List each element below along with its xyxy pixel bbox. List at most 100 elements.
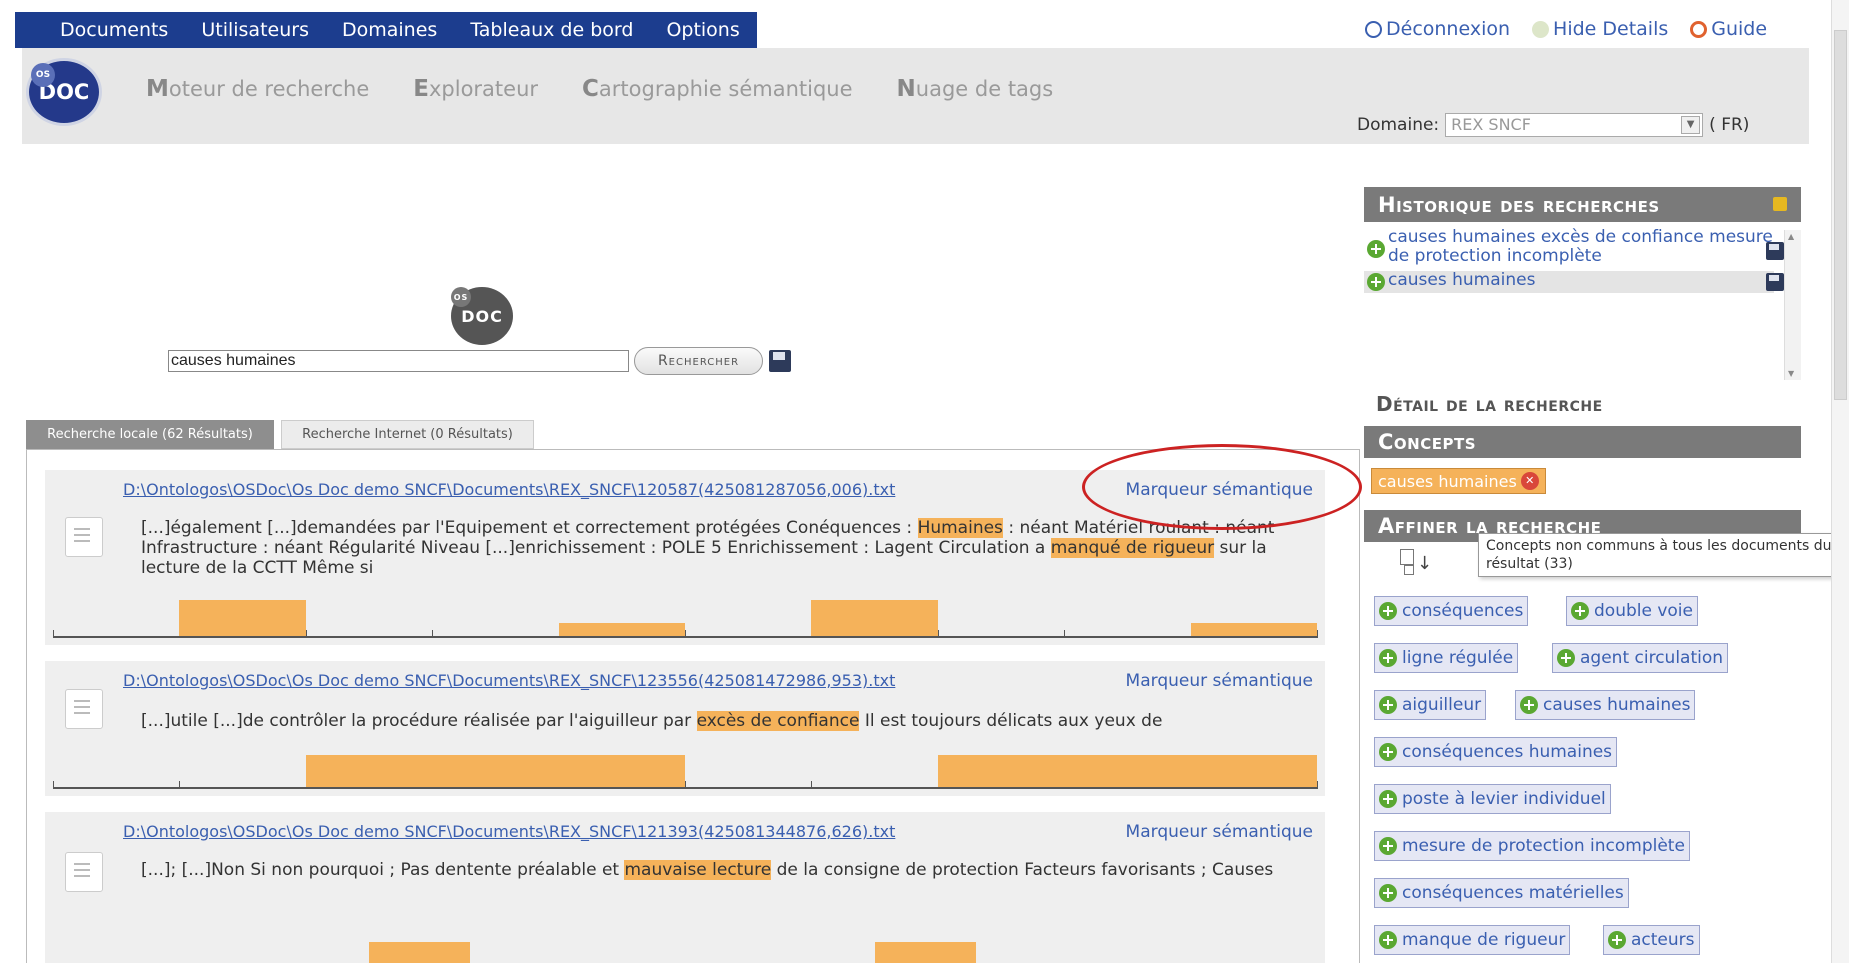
refine-tag[interactable]: conséquences humaines <box>1374 737 1618 767</box>
save-icon[interactable] <box>1766 242 1784 260</box>
menu-tableaux-de-bord[interactable]: Tableaux de bord <box>470 19 633 41</box>
domain-select[interactable]: REX SNCF ▼ <box>1445 113 1704 137</box>
refine-tag[interactable]: manque de rigueur <box>1374 925 1571 955</box>
add-icon[interactable] <box>1379 837 1397 855</box>
tab-local-search[interactable]: Recherche locale (62 Résultats) <box>26 420 274 449</box>
scroll-down-icon[interactable]: ▼ <box>1788 369 1794 378</box>
marker-bar[interactable] <box>369 942 471 963</box>
osdoc-logo[interactable]: OS DOC <box>26 58 102 126</box>
search-logo: OS DOC <box>451 287 513 345</box>
marker-bar[interactable] <box>1190 623 1317 636</box>
remove-icon[interactable]: ✕ <box>1520 472 1539 490</box>
add-icon[interactable] <box>1379 649 1397 667</box>
add-icon[interactable] <box>1379 743 1397 761</box>
marker-bar[interactable] <box>874 942 976 963</box>
timeline-tick <box>1317 781 1318 789</box>
refine-tag-label: mesure de protection incomplète <box>1402 836 1685 856</box>
add-icon[interactable] <box>1379 602 1397 620</box>
result-file-link[interactable]: D:\Ontologos\OSDoc\Os Doc demo SNCF\Docu… <box>123 671 895 690</box>
sub-navigation: Moteur de recherche Explorateur Cartogra… <box>146 76 1053 102</box>
refine-tag-label: ligne régulée <box>1402 648 1514 668</box>
add-icon[interactable] <box>1379 696 1397 714</box>
guide-link[interactable]: Guide <box>1690 18 1767 40</box>
refine-tag[interactable]: causes humaines <box>1515 690 1696 720</box>
page-scrollbar[interactable] <box>1831 0 1849 963</box>
history-item[interactable]: causes humaines excès de confiance mesur… <box>1364 228 1784 268</box>
scroll-up-icon[interactable]: ▲ <box>1788 232 1794 241</box>
refine-tag-label: aiguilleur <box>1402 695 1482 715</box>
top-right-links: Déconnexion Hide Details Guide <box>1365 18 1767 40</box>
add-icon[interactable] <box>1379 790 1397 808</box>
result-file-link[interactable]: D:\Ontologos\OSDoc\Os Doc demo SNCF\Docu… <box>123 480 895 499</box>
nav-nuage-de-tags[interactable]: Nuage de tags <box>897 76 1054 102</box>
refine-tag[interactable]: conséquences <box>1374 596 1529 626</box>
refine-tag-label: causes humaines <box>1543 695 1691 715</box>
marker-bar[interactable] <box>811 600 938 636</box>
refine-tag[interactable]: mesure de protection incomplète <box>1374 831 1690 861</box>
refine-tag[interactable]: ligne régulée <box>1374 643 1519 673</box>
refine-tag[interactable]: acteurs <box>1603 925 1700 955</box>
search-button[interactable]: Rechercher <box>634 347 763 375</box>
refine-tag-label: agent circulation <box>1580 648 1724 668</box>
nav-explorateur[interactable]: Explorateur <box>413 76 538 102</box>
refine-tag[interactable]: aiguilleur <box>1374 690 1487 720</box>
semantic-marker-link[interactable]: Marqueur sémantique <box>1126 671 1313 691</box>
semantic-marker-link[interactable]: Marqueur sémantique <box>1126 822 1313 842</box>
marker-bar[interactable] <box>937 755 1317 787</box>
nav-cartographie-semantique[interactable]: Cartographie sémantique <box>582 76 853 102</box>
tab-internet-label: Recherche Internet (0 Résultats) <box>302 427 513 442</box>
refine-tag[interactable]: double voie <box>1566 596 1698 626</box>
star-icon[interactable] <box>1773 197 1787 211</box>
nav-label: oteur de recherche <box>168 77 370 101</box>
refine-tag[interactable]: conséquences matérielles <box>1374 878 1629 908</box>
timeline-tick <box>179 781 181 789</box>
tab-local-label: Recherche locale (62 Résultats) <box>47 427 253 442</box>
concepts-title: Concepts <box>1378 430 1477 454</box>
save-search-icon[interactable] <box>769 350 791 372</box>
selected-concept-tag[interactable]: causes humaines ✕ <box>1371 468 1546 494</box>
add-icon[interactable] <box>1367 273 1385 291</box>
result-item: D:\Ontologos\OSDoc\Os Doc demo SNCF\Docu… <box>45 812 1325 963</box>
add-icon[interactable] <box>1379 931 1397 949</box>
tab-internet-search[interactable]: Recherche Internet (0 Résultats) <box>281 420 534 449</box>
refine-tag[interactable]: agent circulation <box>1552 643 1729 673</box>
add-icon[interactable] <box>1520 696 1538 714</box>
sort-icon[interactable]: ↓ <box>1400 549 1432 579</box>
menu-utilisateurs[interactable]: Utilisateurs <box>201 19 309 41</box>
refine-tag-label: acteurs <box>1631 930 1695 950</box>
marker-bar[interactable] <box>305 755 685 787</box>
highlighted-term: excès de confiance <box>696 711 860 731</box>
result-file-link[interactable]: D:\Ontologos\OSDoc\Os Doc demo SNCF\Docu… <box>123 822 895 841</box>
search-button-label: Rechercher <box>657 353 740 369</box>
save-icon[interactable] <box>1766 273 1784 291</box>
history-scrollbar[interactable]: ▲ ▼ <box>1784 230 1801 380</box>
hide-details-link[interactable]: Hide Details <box>1532 18 1668 40</box>
snippet-text: [...]utile [...]de contrôler la procédur… <box>141 711 697 731</box>
history-item[interactable]: causes humaines <box>1364 271 1784 293</box>
refine-tag[interactable]: poste à levier individuel <box>1374 784 1611 814</box>
chevron-down-icon[interactable]: ▼ <box>1681 116 1701 134</box>
domain-label: Domaine: <box>1357 115 1440 135</box>
logo-badge: OS <box>451 287 471 307</box>
timeline-tick <box>1064 630 1066 638</box>
menu-options[interactable]: Options <box>666 19 739 41</box>
marker-bar[interactable] <box>558 623 685 636</box>
add-icon[interactable] <box>1608 931 1626 949</box>
add-icon[interactable] <box>1571 602 1589 620</box>
snippet-text: Il est toujours délicats aux yeux de <box>859 711 1163 731</box>
menu-documents[interactable]: Documents <box>60 19 168 41</box>
domain-language: ( FR) <box>1709 115 1750 135</box>
add-icon[interactable] <box>1379 884 1397 902</box>
add-icon[interactable] <box>1557 649 1575 667</box>
logout-link[interactable]: Déconnexion <box>1365 18 1510 40</box>
highlighted-term: mauvaise lecture <box>624 860 772 880</box>
scrollbar-thumb[interactable] <box>1834 30 1847 400</box>
marker-bar[interactable] <box>179 600 306 636</box>
add-icon[interactable] <box>1367 240 1385 258</box>
nav-moteur-de-recherche[interactable]: Moteur de recherche <box>146 76 369 102</box>
guide-label: Guide <box>1711 18 1768 40</box>
domain-value: REX SNCF <box>1451 115 1531 134</box>
menu-domaines[interactable]: Domaines <box>342 19 437 41</box>
refine-tag-label: conséquences humaines <box>1402 742 1613 762</box>
search-input[interactable] <box>168 350 629 372</box>
